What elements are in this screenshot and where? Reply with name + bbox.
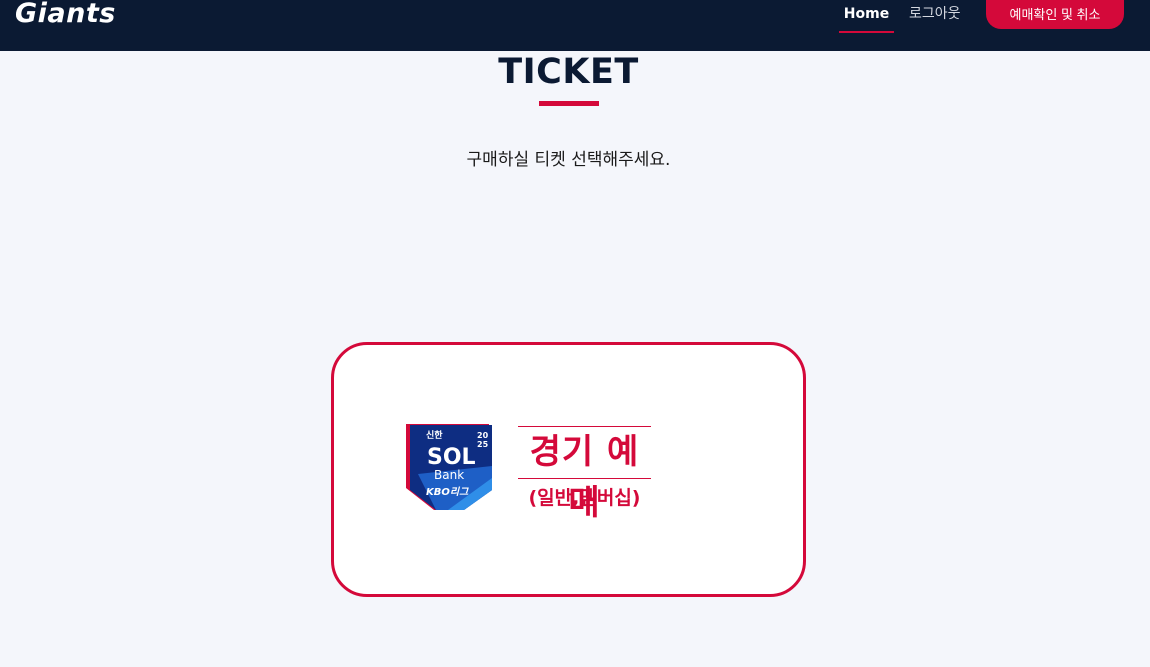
title-underline [539,101,599,106]
game-reservation-label: 경기 예매 [529,432,640,523]
logo-year-bottom-text: 25 [477,440,489,449]
logo-year-top-text: 20 [477,431,489,440]
page-title: TICKET [498,52,639,92]
logo-sponsor-text: 신한 [426,429,443,441]
logo-league-text: KBO리그 [426,486,469,498]
page-subtitle: 구매하실 티켓 선택해주세요. [466,150,671,170]
top-navbar: Giants Home 로그아웃 예매확인 및 취소 [0,0,1150,51]
nav-home-label: Home [843,6,890,22]
logo-bank-text: Bank [434,468,464,482]
reservation-check-cancel-button[interactable]: 예매확인 및 취소 [986,0,1124,29]
logo-brand-text: SOL [427,445,476,470]
nav-active-indicator [839,31,894,33]
game-reservation-card[interactable]: 신한 20 25 SOL Bank KBO리그 경기 예매 (일반,멤버십) [331,342,806,597]
kbo-league-logo-icon: 신한 20 25 SOL Bank KBO리그 [406,424,492,510]
giants-logo[interactable]: Giants [15,0,116,29]
game-label-group: 경기 예매 (일반,멤버십) [518,426,651,523]
nav-home-link[interactable]: Home [839,0,894,33]
game-reservation-sublabel: (일반,멤버십) [528,487,641,509]
nav-logout-link[interactable]: 로그아웃 [909,0,961,28]
